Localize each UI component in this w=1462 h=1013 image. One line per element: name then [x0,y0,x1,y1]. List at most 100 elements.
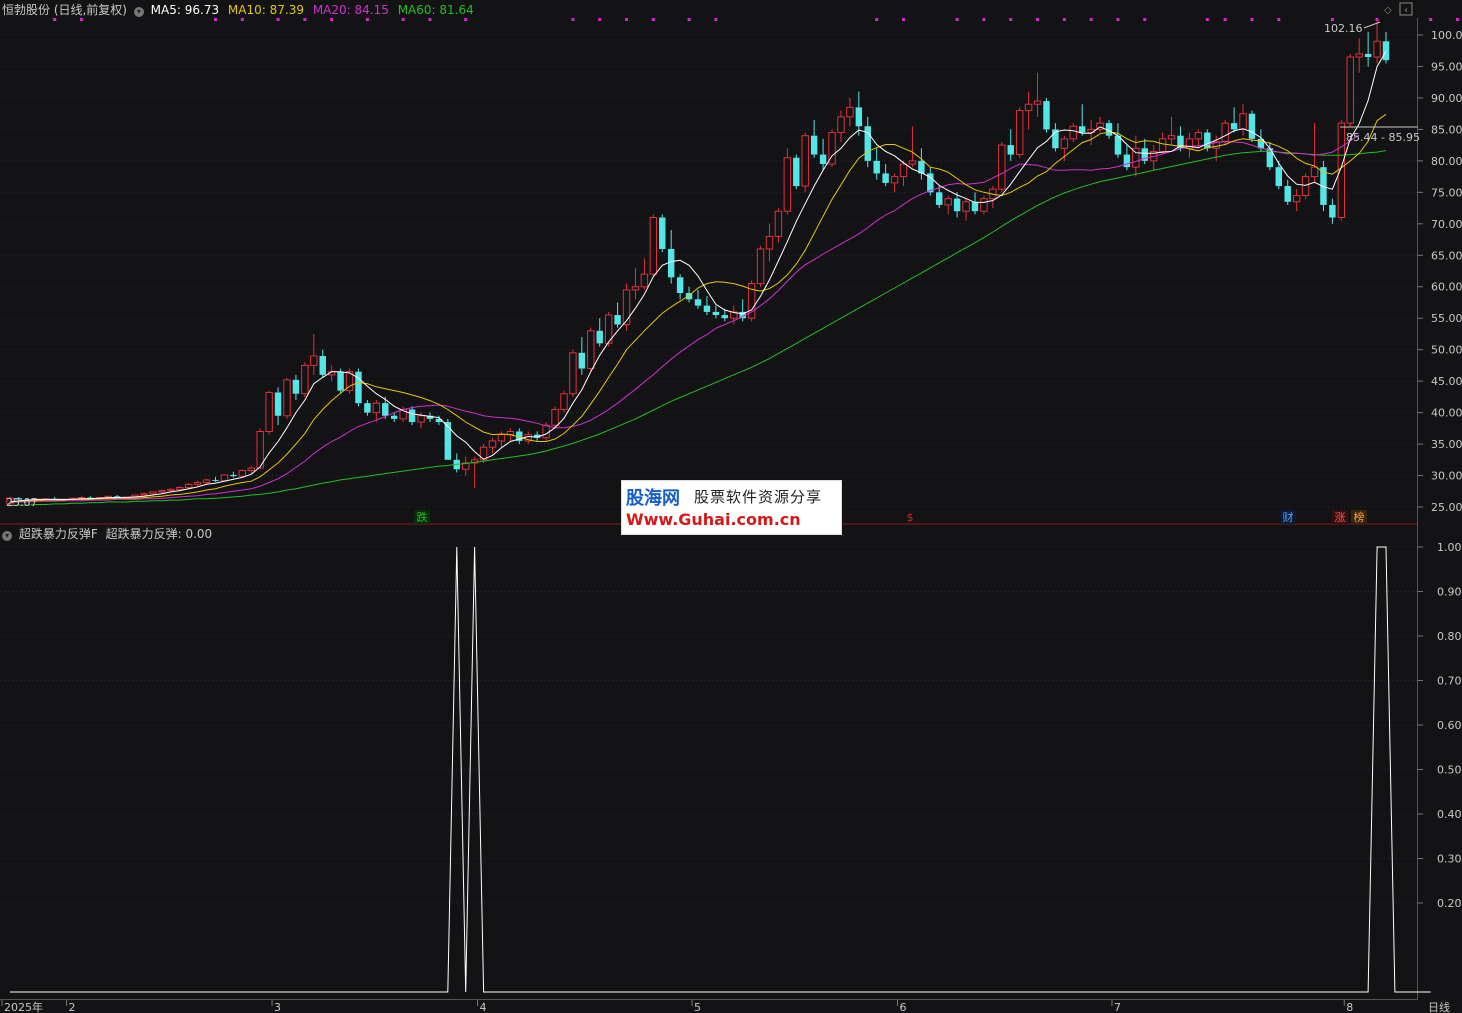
candle-body [202,479,211,483]
event-marker-list[interactable]: 榜 [1351,510,1367,524]
event-marker-fall[interactable]: 跌 [414,510,430,524]
candle-body [184,483,193,488]
candle-body [167,488,175,492]
candle-body [1033,100,1042,105]
indicator-name[interactable]: 超跌暴力反弹F [19,527,98,541]
signal-dot [1223,18,1227,21]
candle-body [971,201,979,212]
signal-dot [982,18,986,21]
signal-dot [955,18,959,21]
candle-body [1373,40,1381,58]
price-tick-label: 35.00 [1431,438,1462,451]
candle-body [649,217,658,275]
candle-body [1194,132,1203,140]
candle-body [176,486,184,490]
signal-dot [365,18,369,21]
candle-body [417,415,425,423]
candle-body [337,371,344,391]
candle-body [569,352,577,395]
candle-body [936,192,943,205]
indicator-series-value: 0.00 [185,527,213,541]
signal-dot [1205,18,1209,21]
stock-title[interactable]: 恒勃股份 (日线,前复权) [2,3,127,17]
candle-body [220,474,229,482]
indicator-tick-label: 0.90 [1437,586,1462,599]
candle-body [783,157,792,212]
signal-dot [714,18,718,21]
period-label: 日线 [1428,1000,1450,1013]
signal-dot [1116,18,1120,21]
candle-body [1078,126,1086,133]
candle-body [1310,166,1319,178]
candle-body [873,160,880,174]
candle-body [158,490,166,493]
candle-body [810,135,818,155]
candle-body [390,415,398,419]
candle-body [1007,145,1014,155]
time-tick-label: 8 [1346,1001,1353,1013]
price-tick-label: 40.00 [1431,407,1462,420]
candle-body [882,173,889,183]
price-tick-label: 90.00 [1431,92,1462,105]
event-marker-dollar[interactable]: $ [907,511,914,524]
watermark-brand: 股海网 [626,488,680,509]
candle-body [890,176,899,184]
signal-dot [1455,18,1459,21]
signal-dot [1089,18,1093,21]
candle-body [765,235,774,250]
signal-dot [875,18,879,21]
diamond-icon[interactable]: ◇ [1384,5,1392,16]
signal-dot [303,18,307,21]
ma10-label: MA10: [227,3,266,17]
candle-body [908,160,917,165]
candle-body [953,198,961,212]
candle-body [382,403,389,416]
chevron-left-icon: ‹ [1404,5,1408,16]
candle-body [1204,132,1211,149]
signal-dot [1036,18,1040,21]
candle-body [640,273,649,288]
price-tick-label: 75.00 [1431,186,1462,199]
candle-body [140,493,148,496]
candle-body [793,157,800,187]
candle-body [1355,53,1363,58]
candle-body [622,289,631,325]
candle-body [659,217,666,249]
candle-body [1230,123,1238,130]
time-tick-label: 7 [1114,1001,1121,1013]
ma60-value: 81.64 [439,3,474,17]
signal-dot [1277,18,1281,21]
price-tick-label: 100.00 [1431,29,1462,42]
price-tick-label: 25.00 [1431,501,1462,514]
watermark-url: Www.Guhai.com.cn [626,510,801,529]
time-tick-label: 6 [900,1001,907,1013]
candle-body [703,305,711,312]
candle-body [819,154,827,165]
candle-body [1382,41,1390,61]
signal-dot [687,18,691,21]
candle-body [1329,204,1336,218]
candle-body [408,409,416,423]
candle-body [962,201,970,212]
indicator-settings-icon[interactable]: ▾ [2,531,12,541]
event-marker-rise[interactable]: 涨 [1332,510,1348,524]
settings-dropdown-icon[interactable]: ▾ [133,7,144,17]
ma5-value: 96.73 [184,3,220,17]
candle-body [1024,103,1033,112]
time-tick-label: 2025年 [4,1000,43,1013]
signal-dot [1009,18,1013,21]
indicator-tick-label: 1.00 [1437,541,1462,554]
candle-body [837,116,845,134]
signal-dot [240,18,244,21]
event-marker-finance[interactable]: 财 [1280,510,1296,524]
indicator-tick-label: 0.30 [1437,853,1462,866]
candle-body [372,402,381,414]
candle-body [1060,138,1069,149]
signal-dot [1062,18,1066,21]
signal-dot [1250,18,1254,21]
indicator-series-label: 超跌暴力反弹: [105,527,182,541]
candle-body [667,248,675,278]
candle-body [774,210,783,237]
signal-dot [330,18,334,21]
ma20-value: 84.15 [354,3,389,17]
